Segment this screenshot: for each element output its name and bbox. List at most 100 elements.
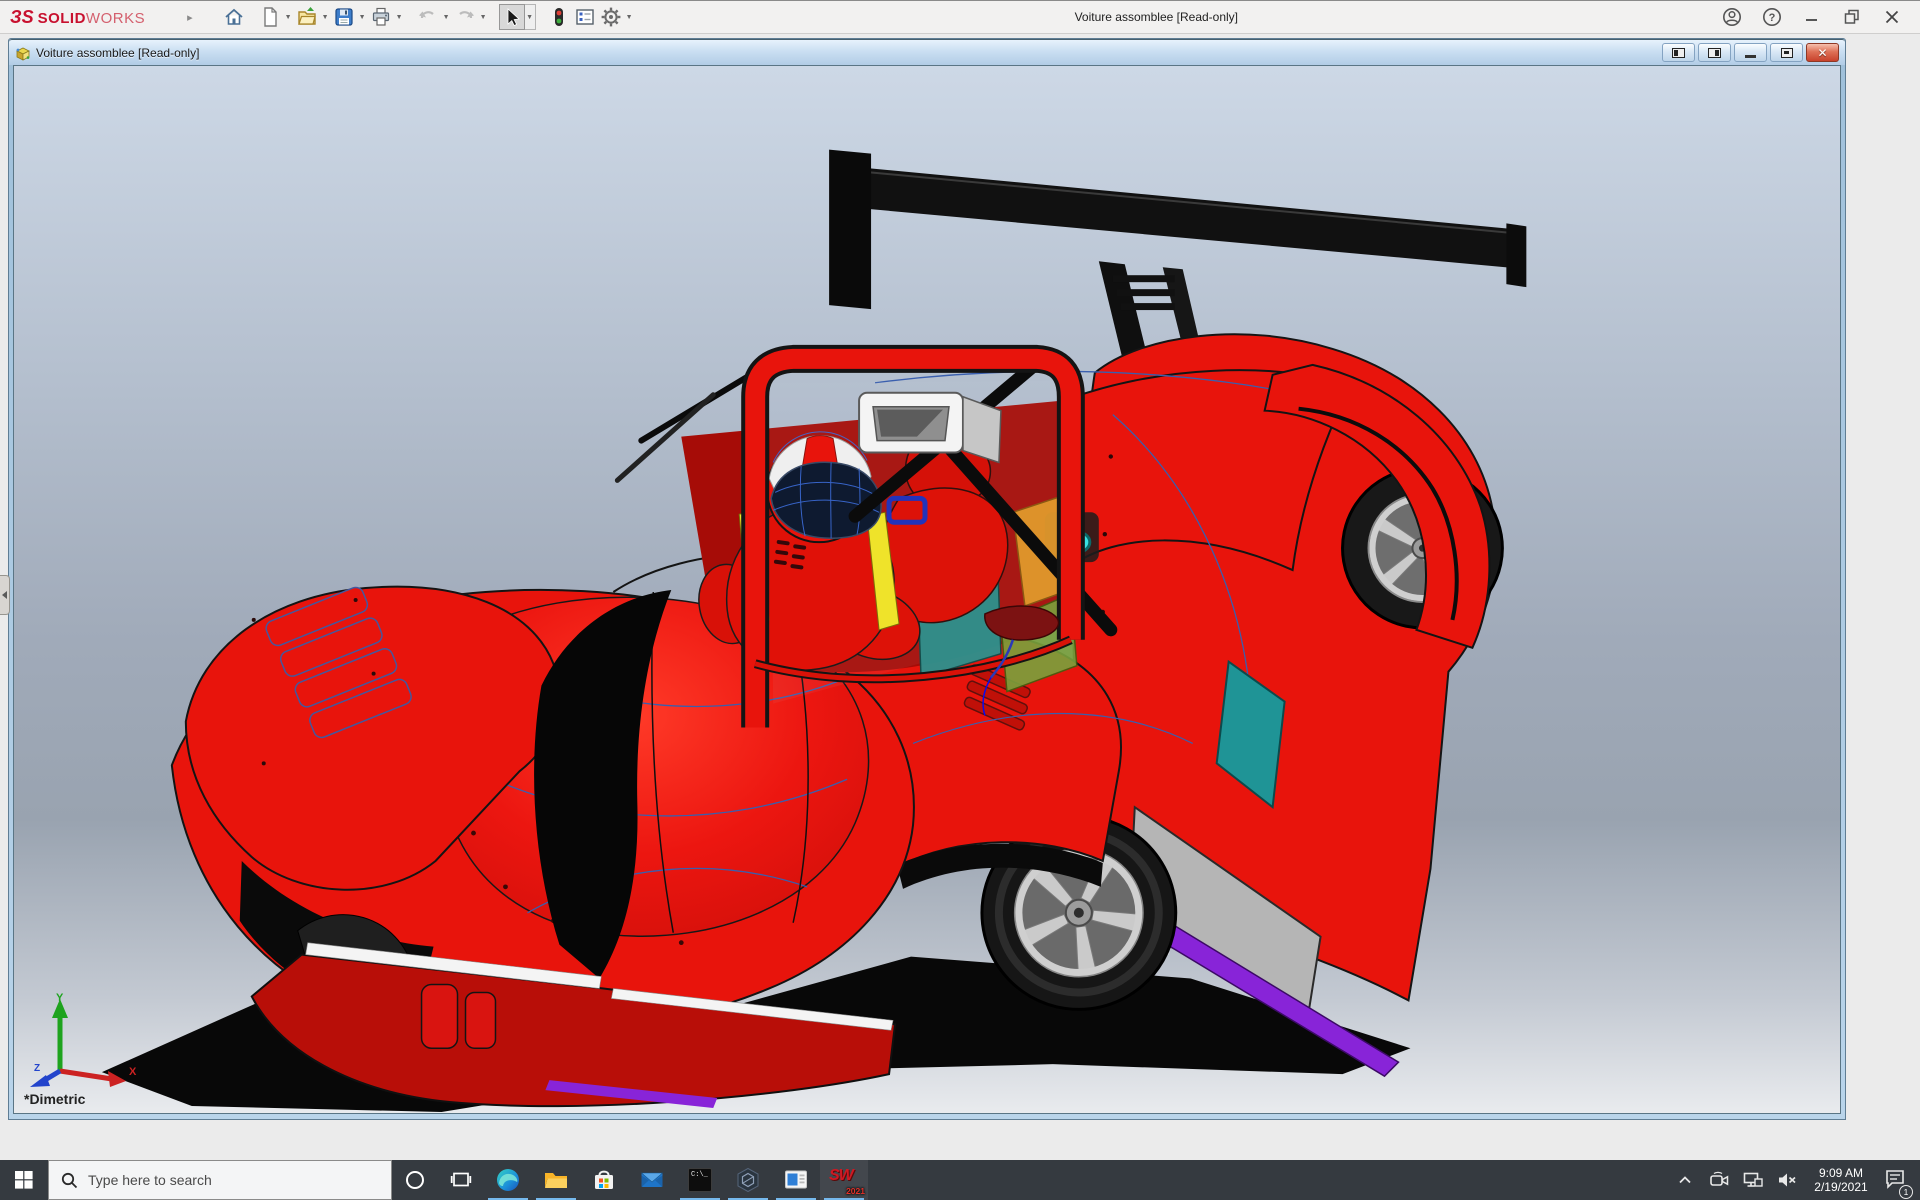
- new-document-button[interactable]: [257, 4, 283, 30]
- document-titlebar[interactable]: Voiture assomblee [Read-only] ✕: [9, 39, 1845, 65]
- document-window: Voiture assomblee [Read-only] ✕: [8, 38, 1846, 1120]
- toolbar-flyout-arrow[interactable]: ▸: [187, 11, 193, 24]
- doc-pane-right-button[interactable]: [1698, 43, 1731, 62]
- taskbar-clock[interactable]: 9:09 AM 2/19/2021: [1804, 1166, 1878, 1194]
- chevron-up-icon: [1675, 1170, 1695, 1190]
- minimize-button[interactable]: [1798, 5, 1826, 29]
- network-icon: [1742, 1169, 1764, 1191]
- new-document-icon: [259, 6, 281, 28]
- quick-access-toolbar: ▼ ▼ ▼ ▼ ▼ ▼ ▼: [221, 4, 635, 30]
- redo-button[interactable]: [452, 4, 478, 30]
- meet-now-icon: [1708, 1169, 1730, 1191]
- taskbar-app-window[interactable]: [772, 1160, 820, 1200]
- hexagon-app-icon: [735, 1167, 761, 1193]
- save-icon: [333, 6, 355, 28]
- options-caret[interactable]: ▼: [624, 4, 635, 30]
- print-button[interactable]: [368, 4, 394, 30]
- minimize-icon: [1801, 6, 1823, 28]
- solidworks-taskbar-icon: SW 2021: [829, 1167, 859, 1193]
- undo-button[interactable]: [415, 4, 441, 30]
- help-icon: ?: [1761, 6, 1783, 28]
- tray-meet-now-button[interactable]: [1702, 1169, 1736, 1191]
- doc-close-button[interactable]: ✕: [1806, 43, 1839, 62]
- print-caret[interactable]: ▼: [394, 4, 405, 30]
- tray-network-button[interactable]: [1736, 1169, 1770, 1191]
- doc-minimize-icon: [1745, 55, 1756, 58]
- 3d-viewport[interactable]: Y X Z *Dimetric: [13, 65, 1841, 1114]
- properties-list-icon: [574, 6, 596, 28]
- volume-muted-icon: [1776, 1169, 1798, 1191]
- taskbar-app-store[interactable]: [580, 1160, 628, 1200]
- new-document-caret[interactable]: ▼: [283, 4, 294, 30]
- edge-icon: [495, 1167, 521, 1193]
- app-title: Voiture assomblee [Read-only]: [635, 10, 1718, 24]
- doc-close-icon: ✕: [1817, 47, 1827, 59]
- options-button[interactable]: [598, 4, 624, 30]
- cortana-button[interactable]: [392, 1160, 438, 1200]
- task-view-icon: [450, 1169, 472, 1191]
- open-button[interactable]: [294, 4, 320, 30]
- windows-start-icon: [15, 1171, 33, 1189]
- rear-view-mirror[interactable]: [859, 393, 1001, 463]
- command-prompt-icon: C:\_: [688, 1168, 712, 1192]
- home-icon: [223, 6, 245, 28]
- help-button[interactable]: ?: [1758, 5, 1786, 29]
- restore-button[interactable]: [1838, 5, 1866, 29]
- taskbar-app-edge[interactable]: [484, 1160, 532, 1200]
- close-button[interactable]: [1878, 5, 1906, 29]
- open-icon: [296, 6, 318, 28]
- traffic-light-icon: [548, 6, 570, 28]
- selection-filter-button[interactable]: [546, 4, 572, 30]
- select-cursor-icon: [501, 6, 523, 28]
- start-button[interactable]: [0, 1160, 48, 1200]
- account-icon: [1721, 6, 1743, 28]
- doc-minimize-button[interactable]: [1734, 43, 1767, 62]
- titlebar-controls: ?: [1718, 5, 1906, 29]
- triad-y-label: Y: [56, 992, 64, 1004]
- doc-pane-left-button[interactable]: [1662, 43, 1695, 62]
- close-icon: [1881, 6, 1903, 28]
- solidworks-version-badge: 2021: [846, 1186, 865, 1196]
- svg-text:?: ?: [1769, 12, 1776, 24]
- tray-volume-button[interactable]: [1770, 1169, 1804, 1191]
- taskbar-app-hexagon[interactable]: [724, 1160, 772, 1200]
- undo-caret[interactable]: ▼: [441, 4, 452, 30]
- taskbar-app-mail[interactable]: [628, 1160, 676, 1200]
- clock-date: 2/19/2021: [1804, 1180, 1878, 1194]
- select-button[interactable]: [499, 4, 525, 30]
- account-button[interactable]: [1718, 5, 1746, 29]
- save-caret[interactable]: ▼: [357, 4, 368, 30]
- collapsed-panel-tab[interactable]: [0, 575, 10, 615]
- task-properties-button[interactable]: [572, 4, 598, 30]
- triad-x-label: X: [129, 1066, 137, 1078]
- redo-caret[interactable]: ▼: [478, 4, 489, 30]
- tray-chevron-button[interactable]: [1668, 1170, 1702, 1190]
- open-caret[interactable]: ▼: [320, 4, 331, 30]
- task-view-button[interactable]: [438, 1160, 484, 1200]
- action-center-button[interactable]: 1: [1878, 1167, 1912, 1194]
- taskbar-app-file-explorer[interactable]: [532, 1160, 580, 1200]
- app-workspace: Voiture assomblee [Read-only] ✕: [0, 35, 1920, 1160]
- taskbar-apps: C:\_ SW 2021: [484, 1160, 868, 1200]
- home-button[interactable]: [221, 4, 247, 30]
- document-title: Voiture assomblee [Read-only]: [36, 46, 199, 60]
- triad-z-label: Z: [34, 1063, 40, 1074]
- front-left-fender[interactable]: [186, 583, 671, 1021]
- redo-icon: [454, 6, 476, 28]
- taskbar-app-solidworks[interactable]: SW 2021: [820, 1160, 868, 1200]
- search-placeholder: Type here to search: [88, 1172, 212, 1188]
- cortana-icon: [404, 1169, 426, 1191]
- pane-right-icon: [1708, 48, 1721, 58]
- file-explorer-icon: [543, 1167, 569, 1193]
- assembly-icon: [15, 45, 31, 61]
- save-button[interactable]: [331, 4, 357, 30]
- taskbar-search[interactable]: Type here to search: [48, 1160, 392, 1200]
- car-assembly-model[interactable]: [14, 66, 1840, 1113]
- taskbar-app-command-prompt[interactable]: C:\_: [676, 1160, 724, 1200]
- select-caret[interactable]: ▼: [525, 4, 536, 30]
- taskbar: Type here to search C:\_ SW: [0, 1160, 1920, 1200]
- doc-restore-button[interactable]: [1770, 43, 1803, 62]
- solidworks-logo: ЗSSOLIDWORKS: [10, 7, 145, 28]
- notification-badge: 1: [1899, 1185, 1913, 1199]
- doc-restore-icon: [1781, 48, 1793, 58]
